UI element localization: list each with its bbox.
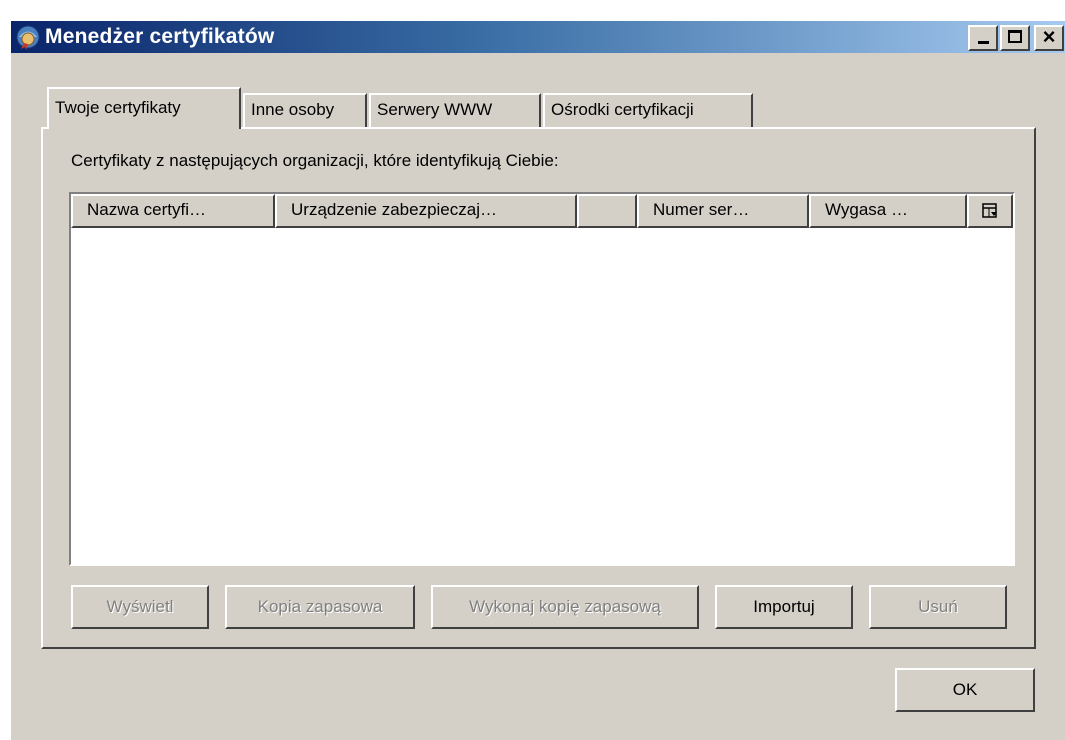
- certificate-list[interactable]: Nazwa certyfi… Urządzenie zabezpieczaj… …: [69, 192, 1015, 566]
- delete-button[interactable]: Usuń: [869, 585, 1007, 629]
- view-button[interactable]: Wyświetl: [71, 585, 209, 629]
- certificate-manager-app-icon[interactable]: [15, 24, 41, 50]
- backup-all-button[interactable]: Wykonaj kopię zapasową: [431, 585, 699, 629]
- tab-certificate-authorities[interactable]: Ośrodki certyfikacji: [543, 93, 753, 129]
- column-picker-icon: [982, 203, 997, 218]
- tab-your-certificates[interactable]: Twoje certyfikaty: [47, 87, 241, 129]
- import-button[interactable]: Importuj: [715, 585, 853, 629]
- close-button[interactable]: ×: [1034, 24, 1064, 51]
- ok-button[interactable]: OK: [895, 668, 1035, 712]
- window-title: Menedżer certyfikatów: [45, 25, 275, 48]
- column-header-blank[interactable]: [577, 194, 637, 228]
- close-icon: ×: [1042, 24, 1056, 49]
- title-bar-buttons: ×: [968, 24, 1064, 51]
- maximize-icon: [1008, 30, 1022, 43]
- list-header: Nazwa certyfi… Urządzenie zabezpieczaj… …: [71, 194, 1013, 228]
- tab-panel: Certyfikaty z następujących organizacji,…: [41, 127, 1036, 649]
- maximize-button[interactable]: [1000, 25, 1030, 51]
- title-bar[interactable]: Menedżer certyfikatów ×: [11, 21, 1065, 53]
- column-picker-button[interactable]: [967, 194, 1013, 228]
- tab-web-servers[interactable]: Serwery WWW: [369, 93, 541, 129]
- minimize-icon: [978, 41, 989, 44]
- column-header-expires[interactable]: Wygasa …: [809, 194, 967, 228]
- panel-description: Certyfikaty z następujących organizacji,…: [71, 151, 559, 170]
- column-header-serial-number[interactable]: Numer ser…: [637, 194, 809, 228]
- certificate-manager-window: Menedżer certyfikatów × Twoje certyfikat…: [10, 20, 1065, 740]
- backup-button[interactable]: Kopia zapasowa: [225, 585, 415, 629]
- column-header-security-device[interactable]: Urządzenie zabezpieczaj…: [275, 194, 577, 228]
- tab-other-people[interactable]: Inne osoby: [243, 93, 367, 129]
- minimize-button[interactable]: [968, 25, 998, 51]
- column-header-certificate-name[interactable]: Nazwa certyfi…: [71, 194, 275, 228]
